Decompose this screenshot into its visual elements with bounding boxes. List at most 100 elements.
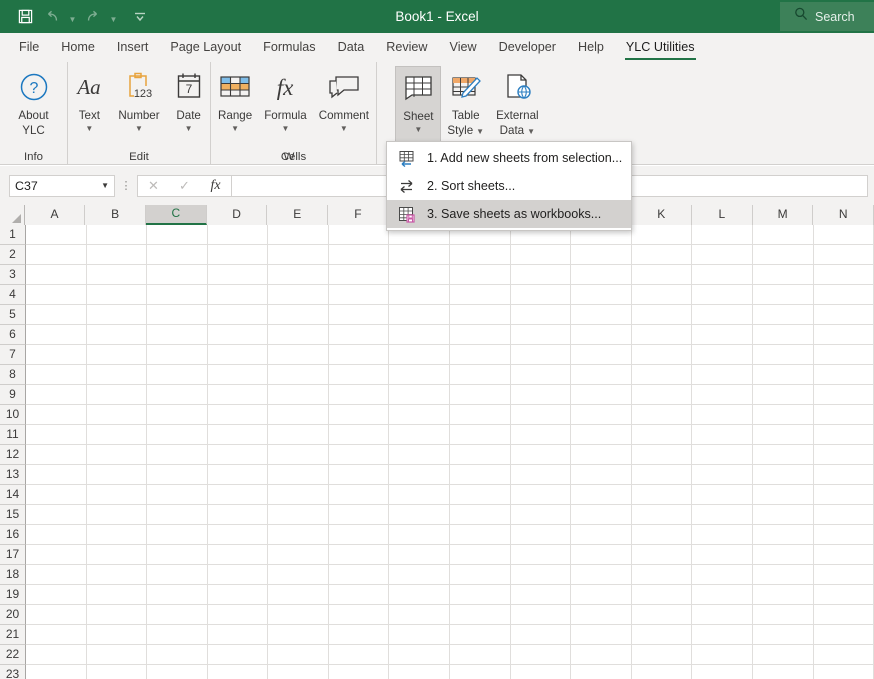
grid-cell[interactable] <box>814 245 874 265</box>
grid-cell[interactable] <box>26 485 87 505</box>
row-header[interactable]: 3 <box>0 265 26 285</box>
grid-cell[interactable] <box>692 225 753 245</box>
grid-cell[interactable] <box>26 585 87 605</box>
grid-cell[interactable] <box>632 365 693 385</box>
grid-cell[interactable] <box>208 445 269 465</box>
grid-cell[interactable] <box>692 465 753 485</box>
grid-cell[interactable] <box>692 305 753 325</box>
grid-cell[interactable] <box>329 345 390 365</box>
grid-cell[interactable] <box>692 665 753 679</box>
comment-button[interactable]: Comment ▼ <box>313 66 375 135</box>
grid-cell[interactable] <box>450 565 511 585</box>
grid-cell[interactable] <box>511 465 572 485</box>
grid-cell[interactable] <box>571 485 632 505</box>
grid-cell[interactable] <box>26 545 87 565</box>
grid-cell[interactable] <box>571 625 632 645</box>
grid-cell[interactable] <box>208 585 269 605</box>
grid-cell[interactable] <box>814 365 874 385</box>
row-header[interactable]: 13 <box>0 465 26 485</box>
fx-icon[interactable]: fx <box>200 176 231 196</box>
grid-cell[interactable] <box>208 565 269 585</box>
grid-cell[interactable] <box>268 645 329 665</box>
grid-cell[interactable] <box>268 245 329 265</box>
grid-cell[interactable] <box>208 525 269 545</box>
grid-cell[interactable] <box>511 665 572 679</box>
grid-cell[interactable] <box>814 525 874 545</box>
grid-cell[interactable] <box>511 425 572 445</box>
grid-cell[interactable] <box>147 485 208 505</box>
formula-chevron-down-icon[interactable]: ▼ <box>281 124 289 133</box>
grid-cell[interactable] <box>814 385 874 405</box>
grid-cell[interactable] <box>329 665 390 679</box>
grid-cell[interactable] <box>87 305 148 325</box>
grid-cell[interactable] <box>511 405 572 425</box>
grid-cell[interactable] <box>147 225 208 245</box>
grid-cell[interactable] <box>147 305 208 325</box>
grid-cell[interactable] <box>329 465 390 485</box>
grid-cell[interactable] <box>692 285 753 305</box>
grid-cell[interactable] <box>450 385 511 405</box>
customize-qat-icon[interactable] <box>127 5 153 29</box>
grid-cell[interactable] <box>571 645 632 665</box>
row-header[interactable]: 16 <box>0 525 26 545</box>
grid-cell[interactable] <box>329 565 390 585</box>
tab-ylc-utilities[interactable]: YLC Utilities <box>615 33 706 62</box>
grid-cell[interactable] <box>450 405 511 425</box>
row-header[interactable]: 7 <box>0 345 26 365</box>
menu-item-save-sheets-as-workbooks[interactable]: 3. Save sheets as workbooks... <box>387 200 631 228</box>
tab-help[interactable]: Help <box>567 33 615 62</box>
grid-cell[interactable] <box>147 645 208 665</box>
grid-cell[interactable] <box>753 265 814 285</box>
grid-cell[interactable] <box>329 385 390 405</box>
grid-cell[interactable] <box>26 445 87 465</box>
grid-cell[interactable] <box>147 565 208 585</box>
grid-cell[interactable] <box>753 485 814 505</box>
grid-cell[interactable] <box>814 625 874 645</box>
grid-cell[interactable] <box>26 425 87 445</box>
undo-icon[interactable] <box>39 5 65 29</box>
undo-chevron-down-icon[interactable]: ▼ <box>66 5 79 29</box>
grid-cell[interactable] <box>147 245 208 265</box>
grid-cell[interactable] <box>268 365 329 385</box>
grid-cell[interactable] <box>329 265 390 285</box>
row-header[interactable]: 22 <box>0 645 26 665</box>
formula-button[interactable]: fx Formula ▼ <box>258 66 313 135</box>
grid-cell[interactable] <box>208 365 269 385</box>
grid-cell[interactable] <box>814 425 874 445</box>
grid-cell[interactable] <box>268 605 329 625</box>
grid-cell[interactable] <box>147 345 208 365</box>
grid-cell[interactable] <box>814 325 874 345</box>
date-button[interactable]: 7 Date ▼ <box>166 66 212 135</box>
grid-cell[interactable] <box>511 545 572 565</box>
grid-cell[interactable] <box>87 485 148 505</box>
text-chevron-down-icon[interactable]: ▼ <box>85 124 93 133</box>
grid-cell[interactable] <box>753 665 814 679</box>
row-header[interactable]: 6 <box>0 325 26 345</box>
grid-cell[interactable] <box>450 625 511 645</box>
grid-cell[interactable] <box>268 225 329 245</box>
grid-cell[interactable] <box>268 485 329 505</box>
grid-cell[interactable] <box>753 225 814 245</box>
grid-cell[interactable] <box>268 425 329 445</box>
grid-cell[interactable] <box>814 585 874 605</box>
grid-cell[interactable] <box>268 285 329 305</box>
grid-cell[interactable] <box>692 405 753 425</box>
grid-cell[interactable] <box>329 605 390 625</box>
row-header[interactable]: 20 <box>0 605 26 625</box>
grid-cell[interactable] <box>632 525 693 545</box>
grid-cell[interactable] <box>753 385 814 405</box>
tab-data[interactable]: Data <box>327 33 376 62</box>
number-button[interactable]: 123 Number ▼ <box>112 66 165 135</box>
grid-cell[interactable] <box>753 405 814 425</box>
grid-cell[interactable] <box>87 625 148 645</box>
menu-item-sort-sheets[interactable]: 2. Sort sheets... <box>387 172 631 200</box>
grid-cell[interactable] <box>147 285 208 305</box>
grid-cell[interactable] <box>814 645 874 665</box>
column-header-n[interactable]: N <box>813 205 874 225</box>
grid-cell[interactable] <box>147 405 208 425</box>
grid-cell[interactable] <box>450 305 511 325</box>
grid-cell[interactable] <box>147 365 208 385</box>
grid-cell[interactable] <box>268 465 329 485</box>
row-header[interactable]: 17 <box>0 545 26 565</box>
grid-cell[interactable] <box>692 365 753 385</box>
